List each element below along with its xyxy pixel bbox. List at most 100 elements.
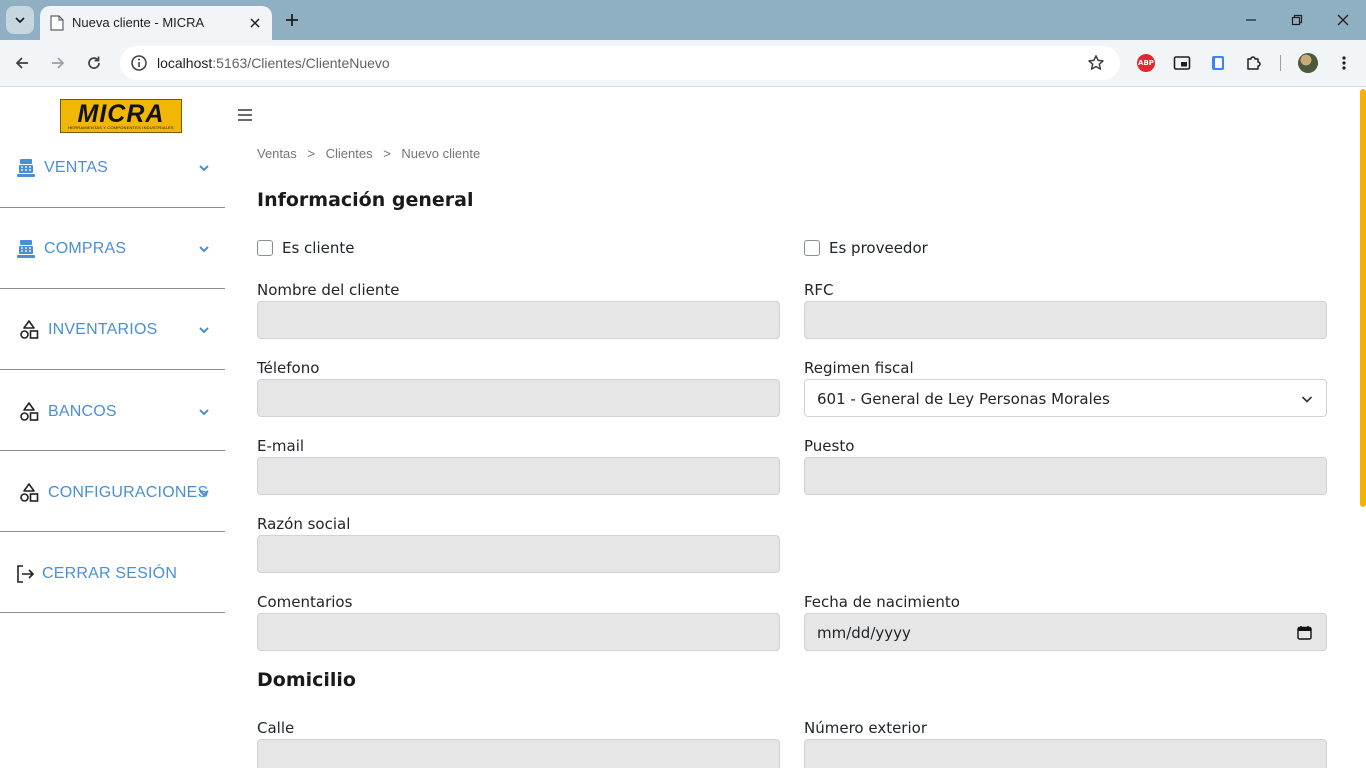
sidebar-item-label: VENTAS <box>44 159 109 176</box>
avatar <box>1298 53 1318 73</box>
restore-icon <box>1291 14 1303 26</box>
shapes-icon <box>17 481 41 505</box>
nombre-label: Nombre del cliente <box>257 281 400 299</box>
breadcrumb: Ventas > Clientes > Nuevo cliente <box>257 146 487 161</box>
site-info-icon[interactable] <box>128 52 150 74</box>
restore-button[interactable] <box>1287 10 1307 30</box>
copy-extension-button[interactable] <box>1207 52 1229 74</box>
minimize-button[interactable] <box>1241 10 1261 30</box>
adblock-icon: ABP <box>1137 54 1155 72</box>
new-tab-button[interactable] <box>282 10 302 30</box>
rfc-field[interactable] <box>804 301 1327 339</box>
url-text: localhost:5163/Clientes/ClienteNuevo <box>157 55 390 71</box>
tab-title: Nueva cliente - MICRA <box>72 15 205 30</box>
logo-word: MICRA <box>77 99 165 128</box>
close-tab-button[interactable] <box>246 14 264 32</box>
arrow-right-icon <box>52 57 65 69</box>
logout-icon <box>13 562 37 586</box>
numero-exterior-field[interactable] <box>804 739 1327 768</box>
breadcrumb-separator: > <box>307 146 315 161</box>
toolbar-divider <box>1280 55 1281 71</box>
extensions-button[interactable] <box>1243 52 1265 74</box>
sidebar-item-compras[interactable]: COMPRAS <box>0 208 225 289</box>
close-icon <box>250 18 260 28</box>
page-icon <box>50 15 64 31</box>
arrow-left-icon <box>15 57 28 69</box>
chevron-down-icon <box>196 404 212 420</box>
breadcrumb-nuevo-cliente: Nuevo cliente <box>401 146 481 161</box>
bookmark-star-icon[interactable] <box>1085 52 1107 74</box>
es-proveedor-checkbox[interactable]: Es proveedor <box>804 239 928 257</box>
razon-social-field[interactable] <box>257 535 780 573</box>
sidebar-item-label: BANCOS <box>48 403 117 420</box>
comentarios-label: Comentarios <box>257 593 353 611</box>
chevron-down-icon <box>196 485 212 501</box>
sidebar-item-label: COMPRAS <box>44 240 127 257</box>
back-button[interactable] <box>11 52 33 74</box>
reload-button[interactable] <box>83 52 105 74</box>
sidebar-item-inventarios[interactable]: INVENTARIOS <box>0 289 225 370</box>
checkbox-box[interactable] <box>257 240 273 256</box>
sidebar-item-bancos[interactable]: BANCOS <box>0 370 225 451</box>
plus-icon <box>286 14 298 26</box>
cash-register-icon <box>14 237 38 261</box>
puesto-field[interactable] <box>804 457 1327 495</box>
adblock-extension-button[interactable]: ABP <box>1135 52 1157 74</box>
telefono-field[interactable] <box>257 379 780 417</box>
forward-button[interactable] <box>47 52 69 74</box>
picture-in-picture-button[interactable] <box>1171 52 1193 74</box>
nombre-field[interactable] <box>257 301 780 339</box>
sidebar-item-label: CERRAR SESIÓN <box>42 565 178 582</box>
rfc-label: RFC <box>804 281 834 299</box>
section-title-general: Información general <box>257 189 474 211</box>
calendar-icon[interactable] <box>1296 624 1312 640</box>
comentarios-field[interactable] <box>257 613 780 651</box>
select-value: 601 - General de Ley Personas Morales <box>817 390 1110 408</box>
profile-button[interactable] <box>1297 52 1319 74</box>
scrollbar-thumb[interactable] <box>1360 89 1366 507</box>
email-label: E-mail <box>257 437 305 455</box>
sidebar-item-cerrar-sesion[interactable]: CERRAR SESIÓN <box>0 532 225 613</box>
chevron-down-icon <box>15 17 25 24</box>
breadcrumb-clientes[interactable]: Clientes <box>326 146 373 161</box>
calle-field[interactable] <box>257 739 780 768</box>
clipboard-icon <box>1212 56 1224 70</box>
menu-toggle-button[interactable] <box>236 107 254 123</box>
numero-exterior-label: Número exterior <box>804 719 927 737</box>
sidebar-item-ventas[interactable]: VENTAS <box>0 127 225 208</box>
browser-menu-button[interactable] <box>1333 52 1355 74</box>
close-icon <box>1337 14 1349 26</box>
browser-toolbar: localhost:5163/Clientes/ClienteNuevo ABP <box>0 40 1366 87</box>
checkbox-label: Es cliente <box>282 239 355 257</box>
checkbox-label: Es proveedor <box>829 239 928 257</box>
reload-icon <box>88 56 100 69</box>
chevron-down-icon <box>196 322 212 338</box>
sidebar-item-configuraciones[interactable]: CONFIGURACIONES <box>0 451 225 532</box>
razon-social-label: Razón social <box>257 515 351 533</box>
url-host: localhost <box>157 55 213 71</box>
shapes-icon <box>17 400 41 424</box>
breadcrumb-ventas[interactable]: Ventas <box>257 146 297 161</box>
hamburger-icon <box>238 109 252 121</box>
close-window-button[interactable] <box>1333 10 1353 30</box>
tab-search-button[interactable] <box>6 6 34 34</box>
sidebar: MICRA HERRAMIENTAS Y COMPONENTES INDUSTR… <box>0 87 225 768</box>
section-title-domicilio: Domicilio <box>257 669 356 691</box>
chevron-down-icon <box>196 160 212 176</box>
more-vertical-icon <box>1342 56 1346 70</box>
regimen-fiscal-select[interactable]: 601 - General de Ley Personas Morales <box>804 379 1327 417</box>
browser-tab[interactable]: Nueva cliente - MICRA <box>40 6 272 40</box>
es-cliente-checkbox[interactable]: Es cliente <box>257 239 355 257</box>
checkbox-box[interactable] <box>804 240 820 256</box>
email-field[interactable] <box>257 457 780 495</box>
page-viewport: MICRA HERRAMIENTAS Y COMPONENTES INDUSTR… <box>0 87 1366 768</box>
browser-tab-bar: Nueva cliente - MICRA <box>0 0 1366 40</box>
breadcrumb-separator: > <box>383 146 391 161</box>
address-bar[interactable]: localhost:5163/Clientes/ClienteNuevo <box>120 46 1120 80</box>
telefono-label: Télefono <box>257 359 320 377</box>
url-path: :5163/Clientes/ClienteNuevo <box>212 55 390 71</box>
fecha-nacimiento-field[interactable]: mm/dd/yyyy <box>804 613 1327 651</box>
picture-in-picture-icon <box>1173 56 1191 70</box>
cash-register-icon <box>14 156 38 180</box>
minimize-icon <box>1246 19 1256 21</box>
